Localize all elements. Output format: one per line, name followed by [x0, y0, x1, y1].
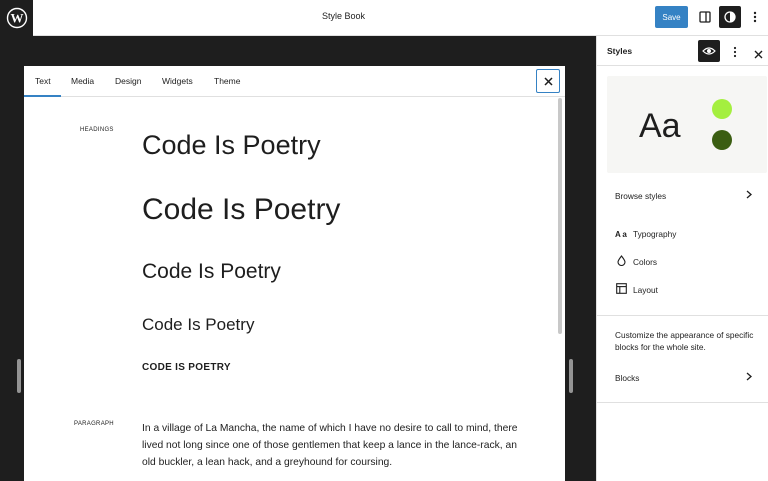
- blocks-label: Blocks: [615, 373, 640, 383]
- styles-sidebar: Styles Aa Browse styles A a Typography C…: [596, 36, 768, 481]
- style-preview[interactable]: Aa: [607, 76, 767, 173]
- sidebar-options-button[interactable]: [733, 45, 737, 63]
- layout-icon: [616, 281, 633, 299]
- heading-5-sample[interactable]: CODE IS POETRY: [142, 362, 231, 373]
- blocks-item[interactable]: Blocks: [597, 366, 768, 390]
- colors-label: Colors: [633, 257, 657, 267]
- paragraph-sample[interactable]: In a village of La Mancha, the name of w…: [142, 420, 532, 471]
- preview-typography: Aa: [639, 107, 681, 145]
- heading-3-sample[interactable]: Code Is Poetry: [142, 260, 281, 284]
- browse-styles-label: Browse styles: [615, 191, 667, 201]
- chevron-right-icon: [746, 190, 752, 202]
- save-button[interactable]: Save: [655, 6, 688, 28]
- sidebar-title: Styles: [607, 46, 633, 56]
- style-book-toggle-button[interactable]: [698, 40, 720, 62]
- heading-1-sample[interactable]: Code Is Poetry: [142, 130, 321, 161]
- close-icon: [543, 76, 553, 86]
- sidebar-toggle-icon[interactable]: [694, 6, 716, 28]
- document-title[interactable]: Style Book: [0, 11, 687, 21]
- layout-label: Layout: [633, 285, 658, 295]
- sidebar-divider-bottom: [597, 402, 768, 403]
- tab-widgets[interactable]: Widgets: [162, 76, 193, 86]
- left-resize-handle[interactable]: [17, 359, 21, 393]
- tab-media[interactable]: Media: [71, 76, 94, 86]
- tab-theme[interactable]: Theme: [214, 76, 240, 86]
- sidebar-close-button[interactable]: [754, 46, 763, 64]
- close-style-book-button[interactable]: [536, 69, 560, 93]
- layout-item[interactable]: Layout: [597, 278, 768, 302]
- sidebar-divider: [597, 315, 768, 316]
- browse-styles-item[interactable]: Browse styles: [597, 184, 768, 208]
- typography-label: Typography: [633, 229, 677, 239]
- sidebar-header: Styles: [597, 36, 768, 66]
- style-book-tabs: Text Media Design Widgets Theme: [24, 66, 565, 97]
- close-icon: [754, 50, 763, 59]
- colors-droplet-icon: [617, 253, 633, 271]
- style-book-panel: Text Media Design Widgets Theme HEADINGS…: [24, 66, 565, 481]
- eye-icon: [702, 47, 716, 55]
- heading-2-sample[interactable]: Code Is Poetry: [142, 193, 340, 227]
- customize-description: Customize the appearance of specific blo…: [615, 330, 754, 352]
- heading-4-sample[interactable]: Code Is Poetry: [142, 315, 254, 335]
- top-toolbar: W Style Book Save: [0, 0, 768, 36]
- more-vertical-icon[interactable]: [744, 6, 766, 28]
- active-tab-indicator: [24, 95, 61, 97]
- styles-contrast-icon[interactable]: [719, 6, 741, 28]
- colors-item[interactable]: Colors: [597, 250, 768, 274]
- typography-icon: A a: [615, 229, 627, 239]
- tab-design[interactable]: Design: [115, 76, 141, 86]
- more-vertical-icon: [733, 46, 737, 58]
- chevron-right-icon: [746, 372, 752, 384]
- preview-color-primary: [712, 99, 732, 119]
- right-resize-handle[interactable]: [569, 359, 573, 393]
- headings-label: HEADINGS: [80, 127, 114, 133]
- preview-color-secondary: [712, 130, 732, 150]
- tab-text[interactable]: Text: [35, 76, 51, 86]
- scrollbar[interactable]: [558, 98, 562, 334]
- paragraph-label: PARAGRAPH: [74, 421, 114, 427]
- typography-item[interactable]: A a Typography: [597, 222, 768, 246]
